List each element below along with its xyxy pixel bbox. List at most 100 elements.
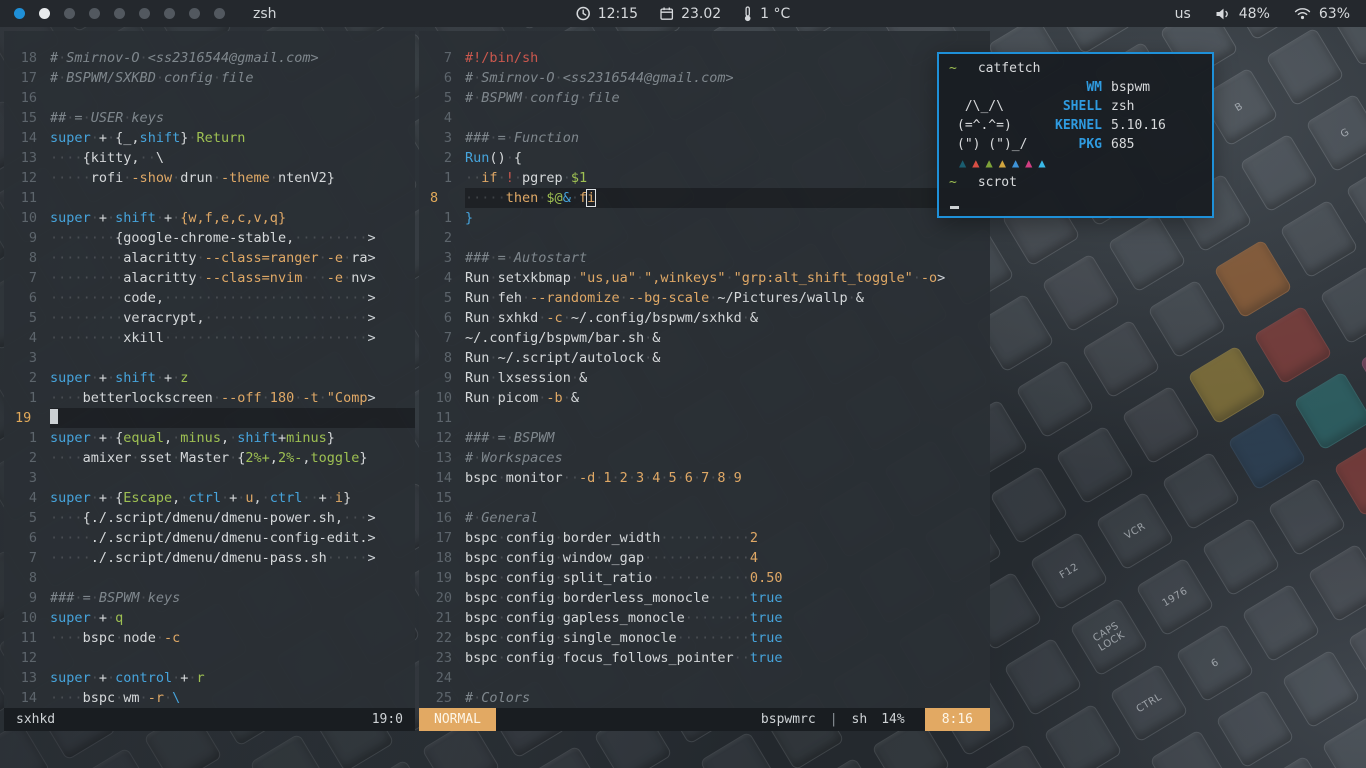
palette-triangle: ▲: [972, 156, 985, 170]
line-number: 4: [419, 108, 465, 128]
wallpaper-keycap: G: [1305, 93, 1366, 173]
code-line: 3: [4, 348, 415, 368]
line-number: 10: [4, 608, 50, 628]
line-number: 19: [4, 408, 50, 428]
code-line: 7#!/bin/sh: [419, 48, 990, 68]
code-line: 12###·=·BSPWM: [419, 428, 990, 448]
line-number: 6: [419, 308, 465, 328]
wifi-icon[interactable]: [1294, 7, 1311, 20]
fetch-value: 5.10.16: [1111, 116, 1202, 135]
wallpaper-keycap: [1293, 371, 1366, 451]
code-line: 17#·BSPWM/SXKBD·config·file: [4, 68, 415, 88]
line-number: 22: [419, 628, 465, 648]
wallpaper-keycap: [1347, 609, 1366, 689]
code-line: 5·········veracrypt,····················…: [4, 308, 415, 328]
code-line: 8: [4, 568, 415, 588]
line-number: 25: [419, 688, 465, 708]
keyboard-layout[interactable]: us: [1175, 6, 1191, 22]
line-number: 3: [4, 348, 50, 368]
workspace-dot-6[interactable]: [139, 8, 150, 19]
workspace-dot-5[interactable]: [114, 8, 125, 19]
code-line: 11: [4, 188, 415, 208]
fetch-label: PKG: [1041, 135, 1111, 154]
line-number: 6: [4, 528, 50, 548]
bspwmrc-buffer[interactable]: 7#!/bin/sh6#·Smirnov-O·<ss2316544@gmail.…: [419, 31, 990, 708]
wallpaper-keycap: [1253, 305, 1333, 385]
code-line: 7·····./.script/dmenu/dmenu-pass.sh·····…: [4, 548, 415, 568]
line-number: 6: [4, 288, 50, 308]
prompt-line: ~ scrot: [949, 173, 1202, 192]
fetch-label: KERNEL: [1041, 116, 1111, 135]
wallpaper-keycap: [1345, 159, 1366, 239]
code-line: 10Run·picom·-b·&: [419, 388, 990, 408]
code-line: 23bspc·config·focus_follows_pointer··tru…: [419, 648, 990, 668]
code-line: 4super·+·{Escape,·ctrl·+·u,·ctrl··+·i}: [4, 488, 415, 508]
code-line: 3: [4, 468, 415, 488]
workspace-dot-1[interactable]: [14, 8, 25, 19]
wallpaper-keycap: [355, 759, 435, 768]
line-number: 15: [4, 108, 50, 128]
workspace-dot-8[interactable]: [189, 8, 200, 19]
sxhkd-buffer[interactable]: 18#·Smirnov-O·<ss2316544@gmail.com>17#·B…: [4, 31, 415, 708]
vim-mode-badge: NORMAL: [419, 708, 496, 731]
color-palette-triangles: ▲▲▲▲▲▲▲: [949, 154, 1202, 173]
calendar-icon: [660, 6, 674, 21]
line-number: 15: [419, 488, 465, 508]
code-line: 13····{kitty,··\: [4, 148, 415, 168]
editor-window-bspwmrc[interactable]: 7#!/bin/sh6#·Smirnov-O·<ss2316544@gmail.…: [419, 31, 990, 731]
terminal-cursor-line[interactable]: [949, 192, 1202, 211]
editor-window-sxhkd[interactable]: 18#·Smirnov-O·<ss2316544@gmail.com>17#·B…: [4, 31, 415, 731]
statusline-filetype: sh: [852, 710, 868, 730]
wallpaper-keycap: 6: [1175, 623, 1255, 703]
thermometer-icon: [743, 6, 753, 22]
line-number: 2: [4, 448, 50, 468]
line-number: 16: [419, 508, 465, 528]
volume-icon[interactable]: [1215, 7, 1231, 21]
workspace-dot-9[interactable]: [214, 8, 225, 19]
workspace-dot-4[interactable]: [89, 8, 100, 19]
floating-terminal[interactable]: ~ catfetch WMbspwm /\_/\SHELLzsh(=^.^=)K…: [937, 52, 1214, 218]
wallpaper-keycap: [527, 745, 607, 768]
code-line: 22bspc·config·single_monocle·········tru…: [419, 628, 990, 648]
wallpaper-keycap: [1307, 543, 1366, 623]
line-number: 3: [419, 128, 465, 148]
line-number: 10: [4, 208, 50, 228]
code-line: 14bspc·monitor··-d·1·2·3·4·5·6·7·8·9: [419, 468, 990, 488]
code-line: 13super·+·control·+·r: [4, 668, 415, 688]
palette-triangle: ▲: [959, 156, 972, 170]
code-line: 9········{google-chrome-stable,·········…: [4, 228, 415, 248]
workspace-dot-2[interactable]: [39, 8, 50, 19]
line-number: 19: [419, 568, 465, 588]
code-line: 1··if·!·pgrep·$1: [419, 168, 990, 188]
code-line: 1····betterlockscreen·--off·180·-t·"Comp…: [4, 388, 415, 408]
prompt-symbol: ~: [949, 59, 957, 78]
line-number: 11: [4, 188, 50, 208]
palette-triangle: ▲: [1012, 156, 1025, 170]
line-number: 17: [4, 68, 50, 88]
statusline-separator: |: [830, 710, 838, 730]
right-statusline: NORMAL bspwmrc | sh 14% 8:16: [419, 708, 990, 731]
statusline-cursor-pos: 19:0: [372, 710, 403, 730]
workspace-dot-3[interactable]: [64, 8, 75, 19]
palette-triangle: ▲: [985, 156, 998, 170]
code-line: 15##·=·USER·keys: [4, 108, 415, 128]
command-catfetch: catfetch: [978, 59, 1041, 78]
workspace-dot-7[interactable]: [164, 8, 175, 19]
line-number: 8: [419, 348, 465, 368]
line-number: 3: [4, 468, 50, 488]
ascii-cat-art: [949, 78, 1041, 97]
code-line: 7·········alacritty·--class=nvim···-e·nv…: [4, 268, 415, 288]
code-line: 19: [4, 408, 415, 428]
wallpaper-keycap: 1976: [1135, 557, 1215, 637]
line-number: 2: [419, 148, 465, 168]
workspace-indicators[interactable]: [14, 8, 225, 19]
palette-triangle: ▲: [999, 156, 1012, 170]
code-line: 18bspc·config·window_gap·············4: [419, 548, 990, 568]
code-line: 2: [419, 228, 990, 248]
wallpaper-keycap: [1239, 133, 1319, 213]
line-number: 11: [419, 408, 465, 428]
code-line: 10super·+·shift·+·{w,f,e,c,v,q}: [4, 208, 415, 228]
wallpaper-keycap: [1213, 239, 1293, 319]
line-number: 13: [419, 448, 465, 468]
line-number: 13: [4, 148, 50, 168]
